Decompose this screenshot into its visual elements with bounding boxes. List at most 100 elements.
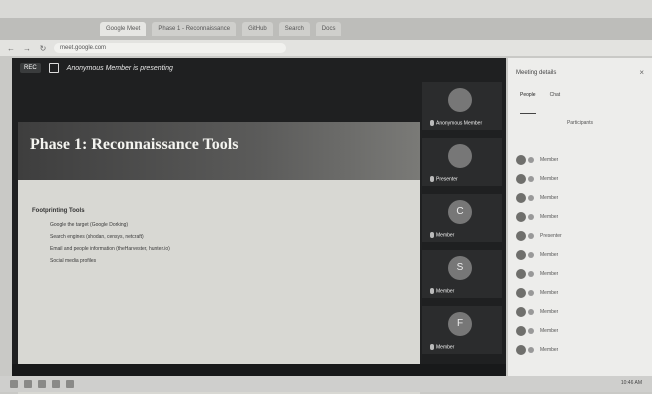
slide-heading: Footprinting Tools — [32, 208, 85, 214]
avatar — [516, 268, 526, 279]
browser-tab[interactable]: Search — [278, 22, 310, 36]
panel-tabs: People Chat — [508, 92, 652, 114]
present-screen-icon — [48, 63, 59, 73]
browser-tab[interactable]: Docs — [315, 22, 342, 36]
list-item[interactable]: Member — [516, 321, 644, 340]
forward-icon[interactable]: → — [22, 44, 32, 53]
participant-tiles: Anonymous Member Presenter C Member S Me… — [422, 78, 502, 378]
browser-tab[interactable]: GitHub — [242, 22, 273, 36]
participant-list: Member Member Member Member Presenter Me… — [516, 150, 644, 359]
participant-tile[interactable]: Presenter — [422, 138, 502, 186]
mic-icon — [430, 287, 434, 294]
browser-icon[interactable] — [52, 380, 60, 388]
participant-name: Presenter — [430, 175, 458, 182]
tab-chat[interactable]: Chat — [550, 92, 561, 114]
participant-name: Presenter — [540, 232, 562, 239]
participant-name: Member — [540, 175, 559, 182]
browser-tab[interactable]: Phase 1 - Reconnaissance — [152, 22, 237, 36]
list-item[interactable]: Member — [516, 302, 644, 321]
avatar — [516, 344, 526, 355]
address-bar[interactable]: meet.google.com — [54, 43, 286, 53]
list-item[interactable]: Member — [516, 207, 644, 226]
mic-icon — [430, 119, 434, 126]
participant-name: Member — [430, 231, 454, 238]
mic-icon — [528, 270, 534, 277]
slide-bullet: Social media profiles — [50, 258, 97, 264]
meeting-details-panel: Meeting details × People Chat Participan… — [508, 58, 652, 376]
mic-icon — [528, 194, 534, 201]
participant-name: Member — [540, 213, 559, 220]
recording-badge: REC — [20, 63, 41, 73]
avatar: C — [448, 200, 472, 224]
mic-icon — [528, 251, 534, 258]
avatar: F — [448, 312, 472, 336]
list-item[interactable]: Member — [516, 264, 644, 283]
list-item[interactable]: Presenter — [516, 226, 644, 245]
slide-body: Footprinting Tools Google the target (Go… — [32, 208, 402, 270]
participant-name: Member — [540, 251, 559, 258]
back-icon[interactable]: ← — [6, 44, 16, 53]
avatar — [516, 325, 526, 336]
participant-tile[interactable]: C Member — [422, 194, 502, 242]
reload-icon[interactable]: ↻ — [38, 44, 48, 53]
avatar — [448, 88, 472, 112]
participant-name: Member — [430, 287, 454, 294]
browser-tab[interactable]: Google Meet — [100, 22, 147, 36]
monitor-bezel — [0, 0, 652, 19]
avatar — [516, 173, 526, 184]
mic-icon — [430, 343, 434, 350]
participant-tile[interactable]: F Member — [422, 306, 502, 354]
participant-name: Member — [540, 308, 559, 315]
mic-icon — [528, 232, 534, 239]
mic-icon — [528, 175, 534, 182]
presenting-status: Anonymous Member is presenting — [66, 64, 173, 72]
participant-tile[interactable]: S Member — [422, 250, 502, 298]
mic-icon — [528, 156, 534, 163]
avatar — [516, 249, 526, 260]
mic-icon — [430, 175, 434, 182]
slide-title: Phase 1: Reconnaissance Tools — [30, 136, 239, 153]
list-item[interactable]: Member — [516, 188, 644, 207]
participant-name: Member — [540, 327, 559, 334]
participant-name: Member — [540, 289, 559, 296]
tab-people[interactable]: People — [520, 92, 536, 114]
avatar — [516, 230, 526, 241]
list-item[interactable]: Member — [516, 340, 644, 359]
mic-icon — [528, 327, 534, 334]
presentation-banner: REC Anonymous Member is presenting — [12, 58, 506, 78]
participant-name: Member — [430, 343, 454, 350]
mic-icon — [430, 231, 434, 238]
meeting-window: REC Anonymous Member is presenting Phase… — [12, 58, 506, 394]
avatar — [448, 144, 472, 168]
avatar: S — [448, 256, 472, 280]
participant-tile[interactable]: Anonymous Member — [422, 82, 502, 130]
search-icon[interactable] — [24, 380, 32, 388]
list-item[interactable]: Member — [516, 283, 644, 302]
app-icon[interactable] — [66, 380, 74, 388]
browser-toolbar: ← → ↻ meet.google.com — [0, 40, 652, 56]
close-icon[interactable]: × — [639, 68, 644, 77]
participant-name: Member — [540, 270, 559, 277]
mic-icon — [528, 213, 534, 220]
mic-icon — [528, 289, 534, 296]
start-icon[interactable] — [10, 380, 18, 388]
browser-tab-strip: Google Meet Phase 1 - Reconnaissance Git… — [0, 18, 652, 40]
avatar — [516, 192, 526, 203]
meeting-controls — [12, 364, 506, 376]
participant-name: Member — [540, 346, 559, 353]
shared-slide: Phase 1: Reconnaissance Tools Footprinti… — [18, 122, 420, 394]
slide-bullet: Search engines (shodan, censys, netcraft… — [50, 234, 144, 240]
avatar — [516, 154, 526, 165]
list-item[interactable]: Member — [516, 150, 644, 169]
participant-name: Member — [540, 156, 559, 163]
mic-icon — [528, 346, 534, 353]
taskbar-clock: 10:46 AM — [620, 380, 642, 386]
slide-bullet: Email and people information (theHarvest… — [50, 246, 170, 252]
list-item[interactable]: Member — [516, 169, 644, 188]
participant-name: Member — [540, 194, 559, 201]
folder-icon[interactable] — [38, 380, 46, 388]
taskbar: 10:46 AM — [0, 376, 652, 392]
participants-label: Participants — [566, 120, 594, 126]
avatar — [516, 306, 526, 317]
list-item[interactable]: Member — [516, 245, 644, 264]
